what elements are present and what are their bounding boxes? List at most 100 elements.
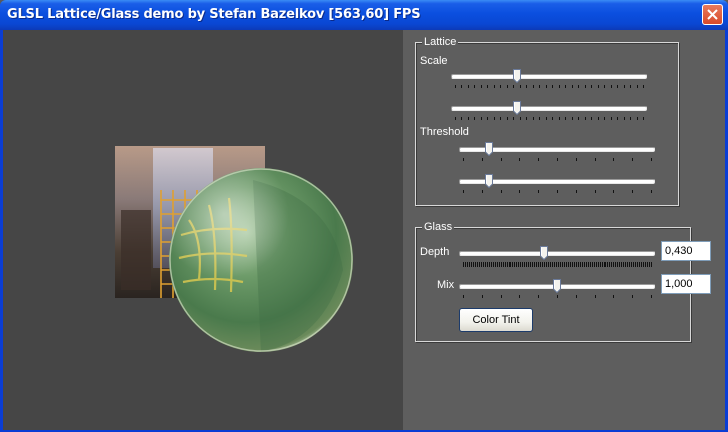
slider-tick bbox=[512, 262, 514, 267]
slider-tick bbox=[538, 190, 540, 193]
mix-value-field[interactable]: 1,000 bbox=[661, 274, 711, 294]
slider-tick bbox=[536, 262, 538, 267]
slider-tick bbox=[500, 295, 502, 298]
slider-thumb[interactable] bbox=[539, 246, 548, 261]
depth-value-field[interactable]: 0,430 bbox=[661, 241, 711, 261]
slider-track[interactable] bbox=[451, 74, 647, 79]
slider-track[interactable] bbox=[459, 251, 655, 256]
slider-tick bbox=[538, 295, 540, 298]
slider-tick bbox=[613, 295, 615, 298]
title-bar[interactable]: GLSL Lattice/Glass demo by Stefan Bazelk… bbox=[0, 0, 728, 30]
slider-tick bbox=[630, 85, 632, 88]
slider-ticks bbox=[451, 85, 647, 90]
slider-thumb[interactable] bbox=[513, 69, 522, 84]
slider-thumb[interactable] bbox=[485, 174, 494, 189]
slider-tick bbox=[500, 190, 502, 193]
mix-slider[interactable] bbox=[459, 279, 655, 303]
slider-tick bbox=[550, 262, 552, 267]
slider-tick bbox=[544, 262, 546, 267]
slider-tick bbox=[466, 262, 468, 267]
slider-tick bbox=[496, 262, 498, 267]
slider-tick bbox=[611, 262, 613, 267]
color-tint-button[interactable]: Color Tint bbox=[459, 308, 533, 332]
slider-tick bbox=[599, 262, 601, 267]
slider-tick bbox=[643, 85, 644, 88]
close-button[interactable] bbox=[702, 4, 723, 25]
slider-tick bbox=[520, 262, 522, 267]
depth-slider[interactable] bbox=[459, 246, 655, 270]
slider-tick bbox=[556, 262, 557, 267]
threshold-slider-2[interactable] bbox=[459, 174, 655, 198]
slider-tick bbox=[591, 262, 593, 267]
slider-tick bbox=[577, 262, 579, 267]
client-area: Lattice Scale Threshold Glass Depth 0,43… bbox=[3, 30, 725, 430]
slider-tick bbox=[591, 117, 593, 120]
slider-tick bbox=[519, 295, 521, 298]
slider-tick bbox=[486, 262, 488, 267]
slider-tick bbox=[467, 85, 469, 88]
slider-thumb[interactable] bbox=[553, 279, 561, 294]
slider-tick bbox=[573, 262, 575, 267]
slider-tick bbox=[552, 117, 554, 120]
slider-tick bbox=[578, 85, 580, 88]
slider-tick bbox=[482, 262, 484, 267]
slider-thumb[interactable] bbox=[513, 101, 522, 116]
slider-ticks bbox=[459, 262, 655, 267]
slider-tick bbox=[567, 262, 569, 267]
slider-tick bbox=[594, 158, 596, 161]
slider-tick bbox=[583, 262, 585, 267]
slider-tick bbox=[513, 117, 515, 120]
slider-tick bbox=[519, 190, 521, 193]
scene-render bbox=[115, 146, 353, 352]
slider-tick bbox=[651, 295, 652, 298]
slider-ticks bbox=[451, 117, 647, 122]
slider-tick bbox=[502, 262, 504, 267]
slider-tick bbox=[617, 85, 619, 88]
scale-slider-2[interactable] bbox=[451, 101, 647, 125]
slider-tick bbox=[500, 117, 502, 120]
slider-tick bbox=[575, 190, 577, 193]
slider-tick bbox=[526, 117, 528, 120]
slider-tick bbox=[601, 262, 603, 267]
slider-tick bbox=[581, 262, 583, 267]
slider-tick bbox=[641, 262, 643, 267]
slider-track[interactable] bbox=[451, 106, 647, 111]
slider-tick bbox=[597, 262, 599, 267]
slider-tick bbox=[565, 117, 567, 120]
slider-tick bbox=[633, 262, 635, 267]
slider-tick bbox=[651, 158, 652, 161]
threshold-slider-1[interactable] bbox=[459, 142, 655, 166]
slider-tick bbox=[559, 262, 561, 267]
slider-ticks bbox=[459, 295, 655, 300]
slider-tick bbox=[493, 85, 495, 88]
window-title: GLSL Lattice/Glass demo by Stefan Bazelk… bbox=[7, 7, 421, 22]
scale-slider-1[interactable] bbox=[451, 69, 647, 93]
slider-tick bbox=[500, 262, 502, 267]
mix-label: Mix bbox=[437, 279, 455, 291]
render-viewport[interactable] bbox=[3, 30, 403, 430]
slider-tick bbox=[617, 262, 619, 267]
slider-tick bbox=[557, 190, 558, 193]
slider-tick bbox=[487, 85, 489, 88]
slider-tick bbox=[613, 158, 615, 161]
slider-tick bbox=[615, 262, 617, 267]
slider-tick bbox=[463, 190, 464, 193]
slider-tick bbox=[526, 262, 528, 267]
slider-tick bbox=[526, 85, 528, 88]
lattice-group-title: Lattice bbox=[422, 36, 459, 48]
slider-tick bbox=[500, 85, 502, 88]
slider-tick bbox=[617, 117, 619, 120]
slider-tick bbox=[545, 85, 547, 88]
slider-tick bbox=[571, 85, 573, 88]
slider-tick bbox=[619, 262, 621, 267]
slider-tick bbox=[487, 117, 489, 120]
slider-tick bbox=[538, 158, 540, 161]
slider-tick bbox=[645, 262, 647, 267]
slider-tick bbox=[513, 85, 515, 88]
slider-tick bbox=[545, 117, 547, 120]
slider-tick bbox=[565, 85, 567, 88]
slider-thumb[interactable] bbox=[485, 142, 494, 157]
slider-tick bbox=[578, 117, 580, 120]
slider-tick bbox=[480, 85, 482, 88]
slider-tick bbox=[470, 262, 472, 267]
